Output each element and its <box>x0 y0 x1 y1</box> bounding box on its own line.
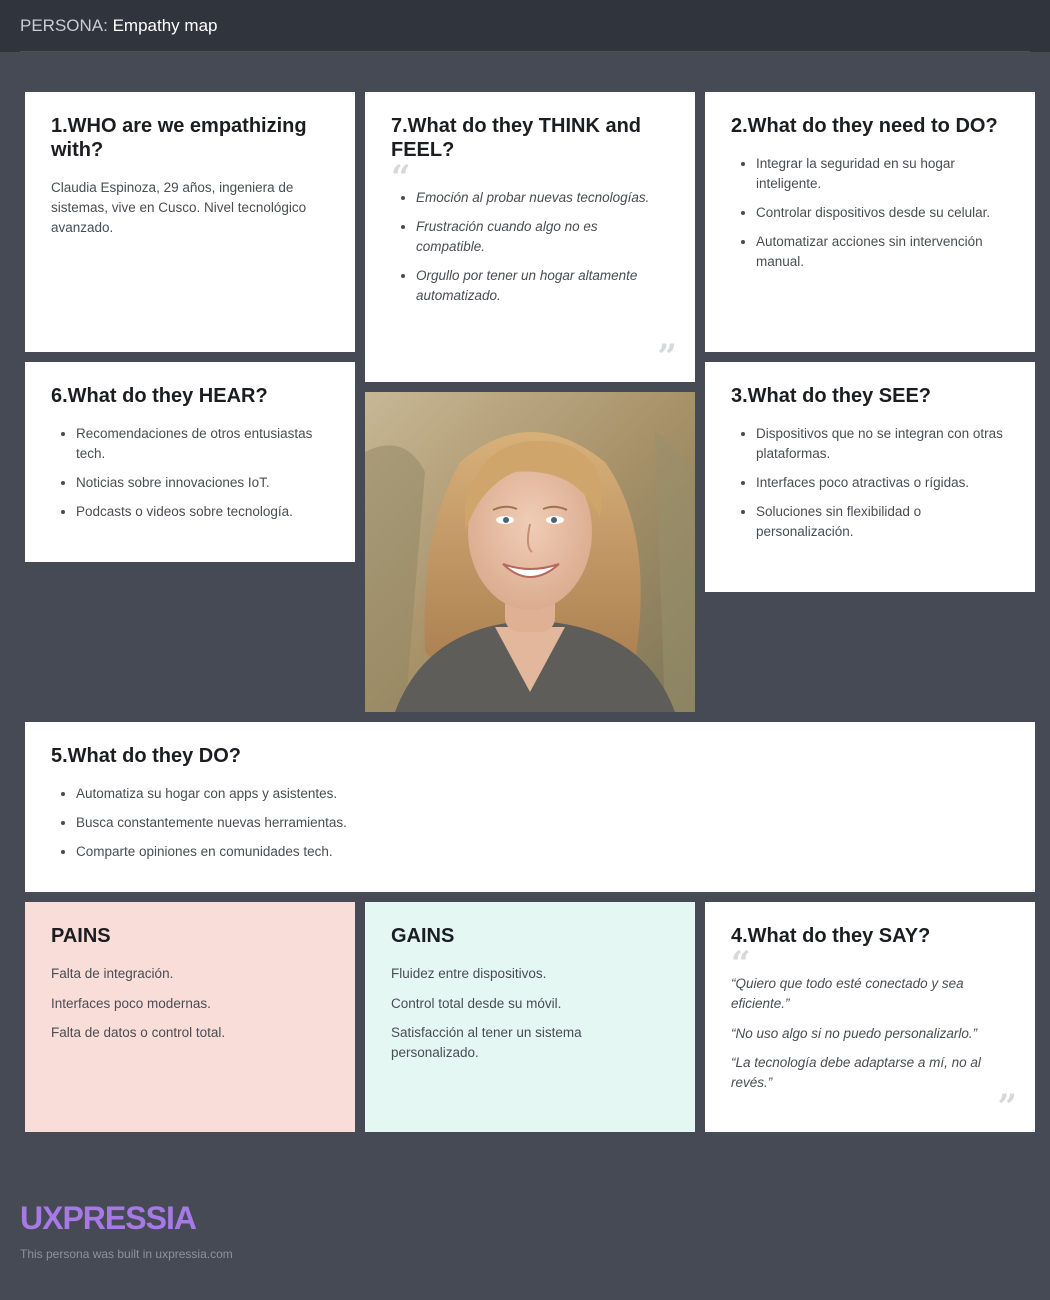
pains-card: PAINS Falta de integración. Interfaces p… <box>25 902 355 1132</box>
need-do-card: 2.What do they need to DO? Integrar la s… <box>705 92 1035 352</box>
quote-item: “La tecnología debe adaptarse a mí, no a… <box>731 1055 981 1090</box>
list-item: Dispositivos que no se integran con otra… <box>756 424 1009 464</box>
list-item: Automatiza su hogar con apps y asistente… <box>76 784 1009 804</box>
uxpressia-logo[interactable]: UXPRESSIA <box>20 1200 197 1237</box>
list-item: Orgullo por tener un hogar altamente aut… <box>416 266 669 306</box>
list-item: Busca constantemente nuevas herramientas… <box>76 813 1009 833</box>
list-item: Satisfacción al tener un sistema persona… <box>391 1025 582 1060</box>
see-card: 3.What do they SEE? Dispositivos que no … <box>705 362 1035 592</box>
list-item: Emoción al probar nuevas tecnologías. <box>416 188 669 208</box>
see-heading: 3.What do they SEE? <box>731 385 932 407</box>
list-item: Recomendaciones de otros entusiastas tec… <box>76 424 329 464</box>
think-feel-heading: 7.What do they THINK and FEEL? <box>391 115 641 161</box>
pains-heading: PAINS <box>51 925 111 947</box>
hear-list: Recomendaciones de otros entusiastas tec… <box>51 424 329 522</box>
close-quote-icon: ” <box>657 337 677 377</box>
header-bar: PERSONA: Empathy map <box>0 0 1050 52</box>
say-card: 4.What do they SAY? “ “Quiero que todo e… <box>705 902 1035 1132</box>
list-item: Fluidez entre dispositivos. <box>391 966 547 981</box>
persona-photo <box>365 392 695 712</box>
header-divider <box>20 51 1030 52</box>
gains-heading: GAINS <box>391 925 455 947</box>
need-do-heading: 2.What do they need to DO? <box>731 115 998 137</box>
think-feel-card: 7.What do they THINK and FEEL? “ Emoción… <box>365 92 695 382</box>
see-list: Dispositivos que no se integran con otra… <box>731 424 1009 542</box>
list-item: Falta de datos o control total. <box>51 1025 226 1040</box>
need-do-list: Integrar la seguridad en su hogar inteli… <box>731 154 1009 272</box>
list-item: Noticias sobre innovaciones IoT. <box>76 473 329 493</box>
say-heading: 4.What do they SAY? <box>731 925 931 947</box>
open-quote-icon: “ <box>391 158 411 198</box>
list-item: Podcasts o videos sobre tecnología. <box>76 502 329 522</box>
who-card: 1.WHO are we empathizing with? Claudia E… <box>25 92 355 352</box>
title-prefix: PERSONA: <box>20 16 108 35</box>
persona-portrait-image <box>365 392 695 712</box>
list-item: Integrar la seguridad en su hogar inteli… <box>756 154 1009 194</box>
list-item: Automatizar acciones sin intervención ma… <box>756 232 1009 272</box>
quote-item: “Quiero que todo esté conectado y sea ef… <box>731 976 964 1011</box>
hear-heading: 6.What do they HEAR? <box>51 385 268 407</box>
open-quote-icon: “ <box>731 944 751 984</box>
do-heading: 5.What do they DO? <box>51 745 241 767</box>
list-item: Interfaces poco atractivas o rígidas. <box>756 473 1009 493</box>
think-feel-list: Emoción al probar nuevas tecnologías. Fr… <box>391 188 669 306</box>
list-item: Controlar dispositivos desde su celular. <box>756 203 1009 223</box>
close-quote-icon: ” <box>997 1087 1017 1127</box>
list-item: Soluciones sin flexibilidad o personaliz… <box>756 502 1009 542</box>
hear-card: 6.What do they HEAR? Recomendaciones de … <box>25 362 355 562</box>
page-title: PERSONA: Empathy map <box>20 16 217 36</box>
list-item: Control total desde su móvil. <box>391 995 562 1011</box>
list-item: Interfaces poco modernas. <box>51 995 211 1011</box>
do-card: 5.What do they DO? Automatiza su hogar c… <box>25 722 1035 892</box>
list-item: Falta de integración. <box>51 966 174 981</box>
list-item: Comparte opiniones en comunidades tech. <box>76 842 1009 862</box>
who-heading: 1.WHO are we empathizing with? <box>51 115 307 161</box>
list-item: Frustración cuando algo no es compatible… <box>416 217 669 257</box>
who-text: Claudia Espinoza, 29 años, ingeniera de … <box>51 180 307 235</box>
footer-text: This persona was built in uxpressia.com <box>20 1247 233 1261</box>
title-text: Empathy map <box>112 16 218 35</box>
do-list: Automatiza su hogar con apps y asistente… <box>51 784 1009 862</box>
quote-item: “No uso algo si no puedo personalizarlo.… <box>731 1025 978 1041</box>
gains-card: GAINS Fluidez entre dispositivos. Contro… <box>365 902 695 1132</box>
